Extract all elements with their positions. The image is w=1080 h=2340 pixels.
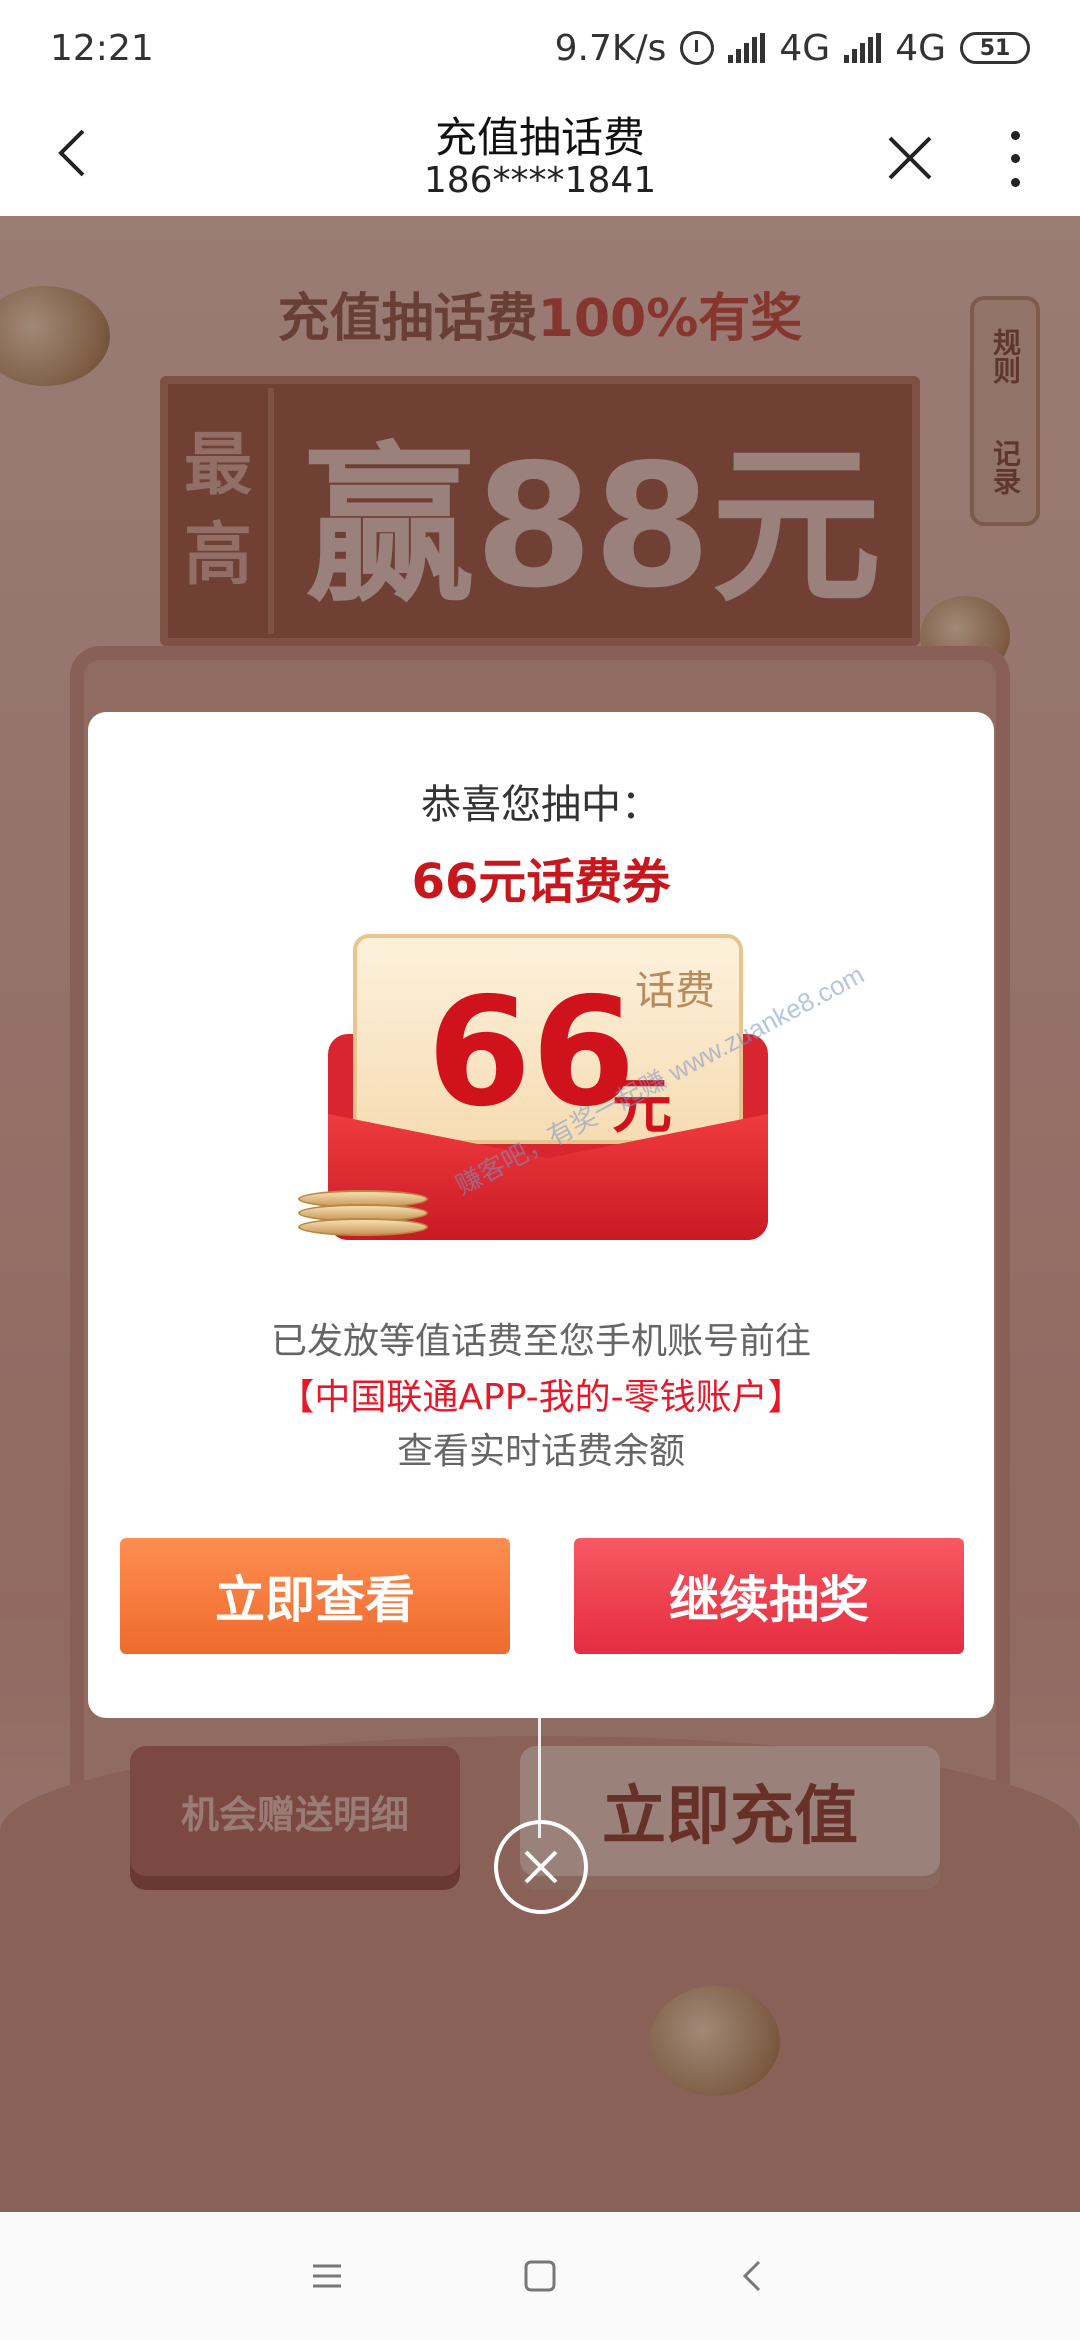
signal-icon — [728, 33, 766, 63]
alarm-icon — [680, 31, 715, 65]
menu-icon — [312, 2264, 341, 2288]
more-dot-icon — [1010, 131, 1020, 141]
signal-icon-2 — [844, 33, 882, 63]
nav-back-button[interactable] — [723, 2246, 783, 2306]
chevron-left-icon — [743, 2260, 761, 2292]
title-bar: 充值抽话费 186****1841 — [0, 96, 1080, 216]
close-button[interactable] — [870, 118, 950, 198]
continue-draw-button[interactable]: 继续抽奖 — [574, 1538, 964, 1654]
modal-close-button[interactable] — [494, 1820, 588, 1914]
prize-modal: 恭喜您抽中： 66元话费券 话费 66 元 已发放等值话费至您手机账号前往 【中… — [88, 712, 994, 1718]
nav-home-button[interactable] — [510, 2246, 570, 2306]
status-time: 12:21 — [50, 27, 154, 69]
more-dot-icon — [1010, 154, 1020, 164]
info-line-3: 查看实时话费余额 — [396, 1431, 685, 1472]
congrats-text: 恭喜您抽中： — [421, 782, 661, 828]
prize-title: 66元话费券 — [411, 854, 671, 910]
home-square-icon — [524, 2260, 556, 2292]
close-icon — [524, 1850, 558, 1884]
info-line-2-link: 【中国联通APP-我的-零钱账户】 — [278, 1377, 804, 1418]
status-icons: 9.7K/s 4G 4G 51 — [555, 28, 1030, 69]
network-speed: 9.7K/s — [554, 27, 667, 69]
battery-icon: 51 — [960, 32, 1030, 64]
view-now-button[interactable]: 立即查看 — [120, 1538, 510, 1654]
network-type-2: 4G — [895, 27, 946, 69]
voucher-card: 话费 66 元 — [353, 934, 743, 1144]
voucher-tag: 话费 — [635, 968, 715, 1014]
more-menu-button[interactable] — [990, 124, 1040, 194]
system-nav-bar — [0, 2212, 1080, 2340]
info-line-1: 已发放等值话费至您手机账号前往 — [270, 1321, 811, 1362]
more-dot-icon — [1010, 177, 1020, 187]
status-bar: 12:21 9.7K/s 4G 4G 51 — [0, 0, 1080, 96]
red-envelope-illustration: 话费 66 元 — [298, 934, 768, 1254]
close-icon — [888, 136, 932, 180]
network-type-1: 4G — [779, 27, 831, 69]
gold-coins-icon — [298, 1190, 428, 1240]
nav-menu-button[interactable] — [297, 2246, 357, 2306]
